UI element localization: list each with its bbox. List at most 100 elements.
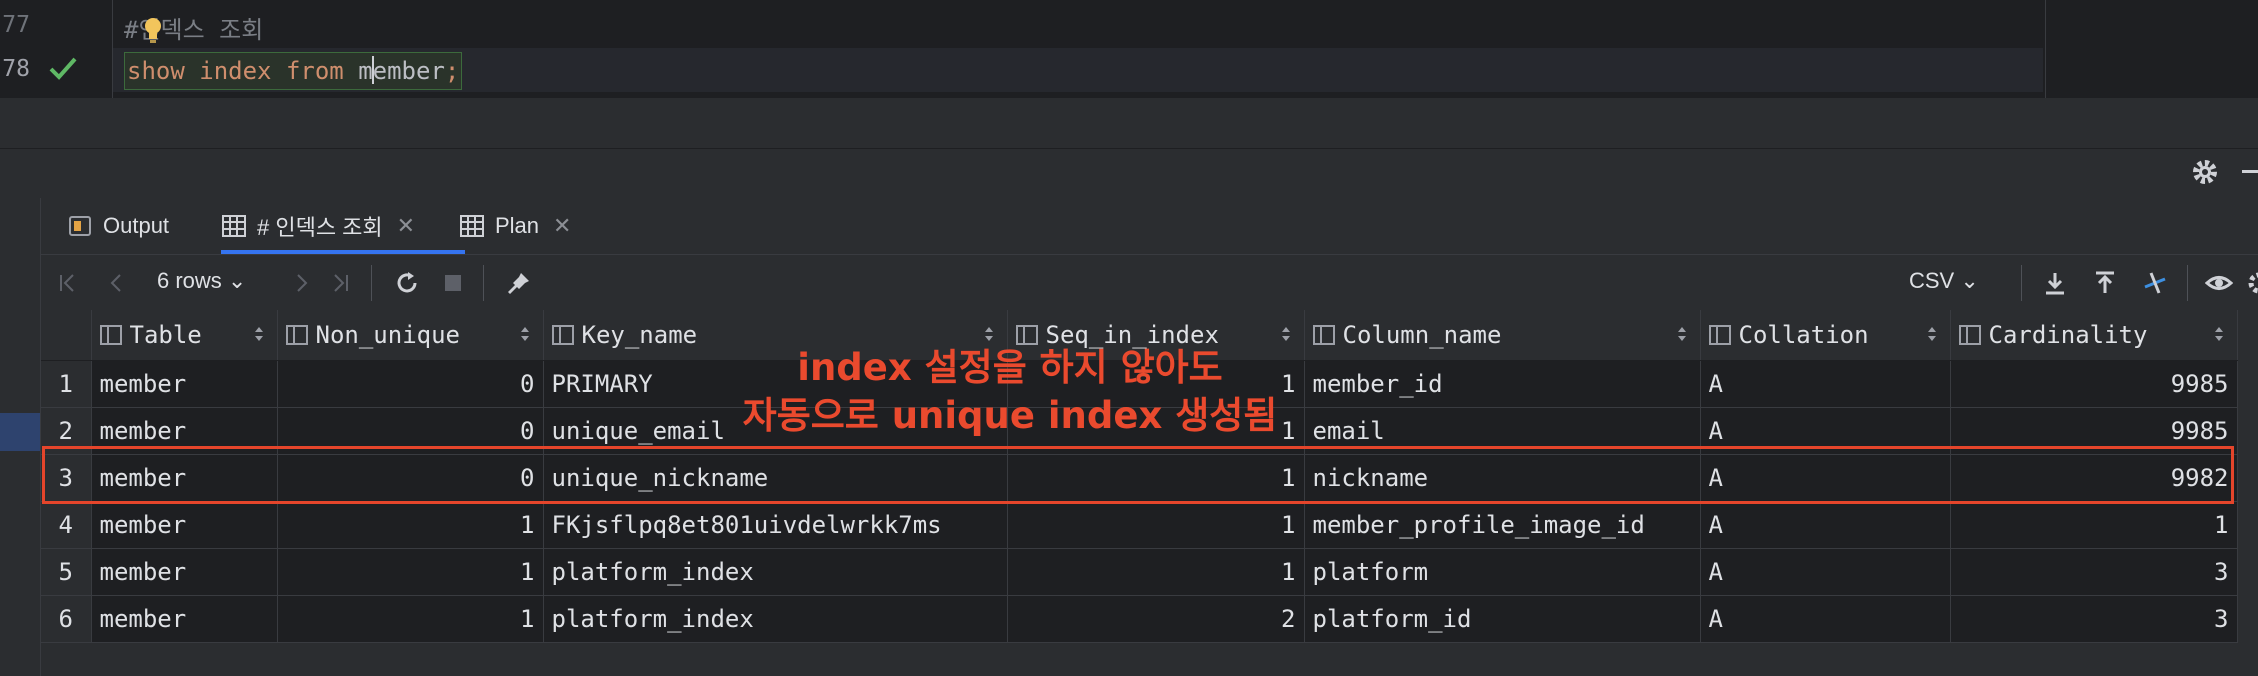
result-tabs: Output # 인덱스 조회 ✕ Plan ✕ [41,198,2258,254]
sort-icon[interactable] [253,324,265,344]
table-row[interactable]: 5 member 1 platform_index 1 platform A 3 [41,548,2238,596]
cell-key-name[interactable]: platform_index [543,548,1008,596]
column-header-label: Column_name [1342,321,1502,349]
last-page-icon[interactable] [325,269,353,297]
cell-column-name[interactable]: platform [1304,548,1701,596]
minimize-icon[interactable] [2242,170,2258,173]
lightbulb-icon[interactable] [142,16,164,44]
table-icon [460,215,484,237]
gear-icon[interactable] [2245,269,2258,297]
line-number-77: 77 [2,12,30,38]
column-header-label: Cardinality [1988,321,2148,349]
cell-non-unique[interactable]: 1 [277,501,544,549]
cell-column-name[interactable]: member_profile_image_id [1304,501,1701,549]
keyword-show: show [127,57,185,85]
cell-column-name[interactable]: platform_id [1304,595,1701,643]
chevron-down-icon: ⌄ [1960,268,1979,293]
cell-collation[interactable]: A [1700,501,1951,549]
close-icon[interactable]: ✕ [553,213,571,239]
cell-seq-in-index[interactable]: 2 [1007,595,1305,643]
upload-icon[interactable] [2091,269,2119,297]
sort-icon[interactable] [983,324,995,344]
identifier-start: m [358,57,373,85]
pin-icon[interactable] [505,269,533,297]
row-number[interactable]: 6 [41,595,92,643]
cell-non-unique[interactable]: 1 [277,548,544,596]
rows-count-dropdown[interactable]: 6 rows ⌄ [157,268,246,294]
right-margin-guide [2045,0,2046,98]
close-icon[interactable]: ✕ [397,213,415,239]
tab-index-query[interactable]: # 인덱스 조회 ✕ [221,198,415,254]
rows-count-label: 6 rows [157,268,222,293]
column-header-collation[interactable]: Collation [1700,310,1951,361]
cell-non-unique[interactable]: 1 [277,595,544,643]
first-page-icon[interactable] [55,269,83,297]
table-icon [222,215,246,237]
tab-index-query-label: # 인덱스 조회 [257,215,383,240]
sort-icon[interactable] [1926,324,1938,344]
stop-icon[interactable] [439,269,467,297]
selected-tree-item[interactable] [0,413,40,451]
cell-collation[interactable]: A [1700,595,1951,643]
cell-cardinality[interactable]: 9985 [1950,360,2238,408]
toolbar-separator [371,265,372,301]
toolbar-separator [483,265,484,301]
semicolon: ; [444,57,460,85]
cell-column-name[interactable]: member_id [1304,360,1701,408]
cell-collation[interactable]: A [1700,360,1951,408]
cell-key-name[interactable]: platform_index [543,595,1008,643]
cell-table[interactable]: member [91,501,278,549]
cell-table[interactable]: member [91,548,278,596]
next-page-icon[interactable] [287,269,315,297]
sql-statement[interactable]: show index from member; [124,52,463,90]
sort-icon[interactable] [1676,324,1688,344]
cell-cardinality[interactable]: 3 [1950,595,2238,643]
gear-icon[interactable] [2190,157,2220,187]
annotation-text: index 설정을 하지 않아도 자동으로 unique index 생성됨 [710,344,1310,440]
refresh-icon[interactable] [393,269,421,297]
highlight-box [42,446,2234,504]
cell-collation[interactable]: A [1700,548,1951,596]
result-toolbar: 6 rows ⌄ CSV ⌄ [41,254,2258,311]
column-header-non-unique[interactable]: Non_unique [277,310,544,361]
sort-icon[interactable] [1280,324,1292,344]
column-header-column-name[interactable]: Column_name [1304,310,1701,361]
cell-table[interactable]: member [91,360,278,408]
identifier-rest: ember [372,57,445,85]
cell-non-unique[interactable]: 0 [277,360,544,408]
sql-editor[interactable]: 77 78 #인덱스 조회 show index from member; [0,0,2258,98]
toolbar-separator [2187,265,2188,301]
export-format-dropdown[interactable]: CSV ⌄ [1909,268,1979,294]
cell-cardinality[interactable]: 1 [1950,501,2238,549]
cell-table[interactable]: member [91,595,278,643]
cell-seq-in-index[interactable]: 1 [1007,548,1305,596]
column-header-table[interactable]: Table [91,310,278,361]
row-number[interactable]: 4 [41,501,92,549]
sort-icon[interactable] [2213,324,2225,344]
column-icon [285,325,308,345]
editor-gutter: 77 78 [0,0,113,98]
cell-seq-in-index[interactable]: 1 [1007,501,1305,549]
compare-icon[interactable] [2141,269,2169,297]
column-header-cardinality[interactable]: Cardinality [1950,310,2238,361]
sort-icon[interactable] [519,324,531,344]
tab-plan-label: Plan [495,213,540,238]
checkmark-icon [49,57,77,80]
cell-cardinality[interactable]: 3 [1950,548,2238,596]
row-number[interactable]: 5 [41,548,92,596]
cell-key-name[interactable]: FKjsflpq8et801uivdelwrkk7ms [543,501,1008,549]
tab-output[interactable]: Output [67,198,169,254]
download-icon[interactable] [2041,269,2069,297]
table-row[interactable]: 4 member 1 FKjsflpq8et801uivdelwrkk7ms 1… [41,501,2238,549]
previous-page-icon[interactable] [103,269,131,297]
export-format-label: CSV [1909,268,1955,293]
tab-output-label: Output [103,213,170,238]
toolbar-separator [2021,265,2022,301]
table-row[interactable]: 6 member 1 platform_index 2 platform_id … [41,595,2238,643]
column-icon [551,325,574,345]
column-header-label: Table [129,321,202,349]
row-number[interactable]: 1 [41,360,92,408]
annotation-line-2: 자동으로 unique index 생성됨 [742,394,1278,437]
eye-icon[interactable] [2205,269,2233,297]
tab-plan[interactable]: Plan ✕ [459,198,571,254]
